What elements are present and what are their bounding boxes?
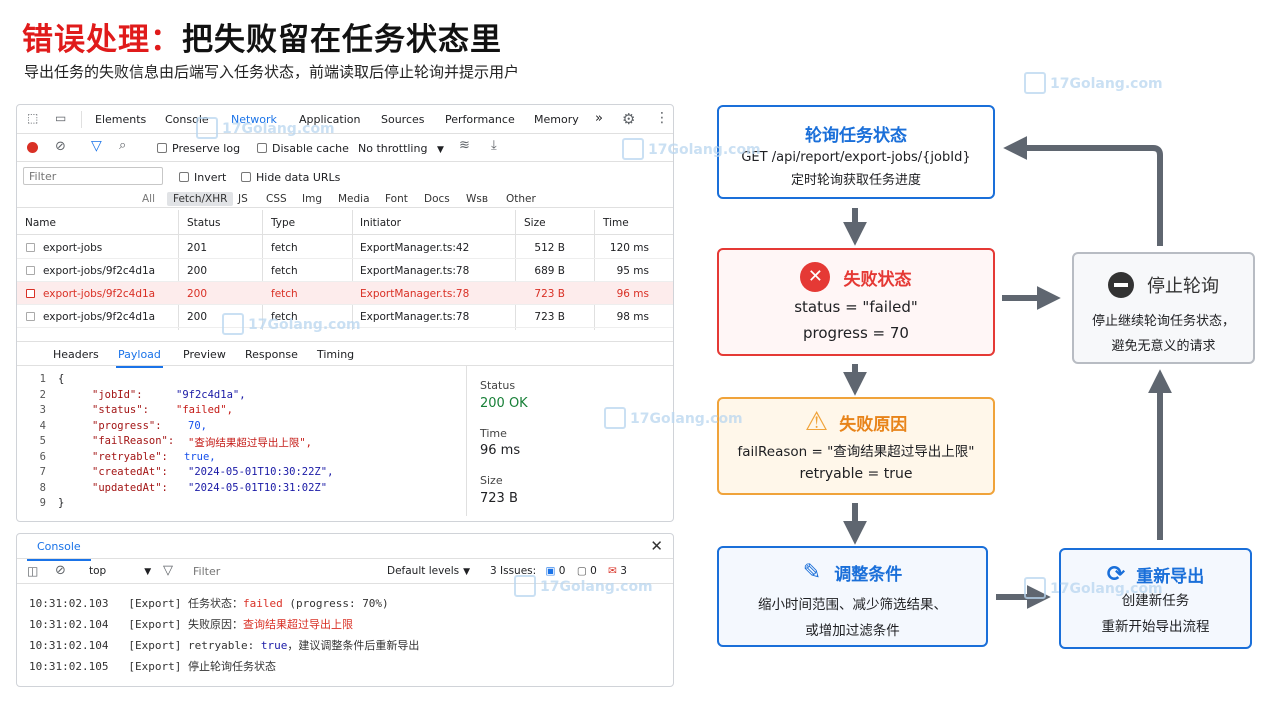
watermark-logo-icon [1024, 72, 1046, 94]
watermark-logo-icon [622, 138, 644, 160]
step-line: 缩小时间范围、减少筛选结果、 [758, 597, 947, 613]
watermark: 17Golang.com [196, 117, 335, 139]
watermark-text: 17Golang.com [630, 411, 743, 427]
watermark-text: 17Golang.com [648, 142, 761, 158]
watermark-logo-icon [196, 117, 218, 139]
warning-triangle-icon: ⚠ [804, 407, 829, 437]
watermark: 17Golang.com [1024, 577, 1163, 599]
step-title: 失败原因 [839, 414, 908, 435]
flow-step-failed: ✕ 失败状态 status = "failed" progress = 70 [717, 248, 995, 356]
watermark-text: 17Golang.com [248, 317, 361, 333]
watermark: 17Golang.com [514, 575, 653, 597]
step-line: 或增加过滤条件 [805, 623, 900, 639]
flow-step-stop: 停止轮询 停止继续轮询任务状态， 避免无意义的请求 [1072, 252, 1255, 364]
flow-step-adjust: ✎ 调整条件 缩小时间范围、减少筛选结果、 或增加过滤条件 [717, 546, 988, 647]
step-line: progress = 70 [803, 324, 909, 342]
flow-step-reason: ⚠ 失败原因 failReason = "查询结果超过导出上限" retryab… [717, 397, 995, 495]
step-line: 停止继续轮询任务状态， [1091, 314, 1235, 329]
watermark-text: 17Golang.com [1050, 581, 1163, 597]
watermark: 17Golang.com [1024, 72, 1163, 94]
step-title: 失败状态 [843, 269, 912, 290]
step-title: 调整条件 [834, 565, 903, 585]
watermark-text: 17Golang.com [222, 121, 335, 137]
step-line: retryable = true [799, 466, 913, 482]
step-title: 停止轮询 [1147, 276, 1220, 297]
pencil-icon: ✎ [802, 560, 822, 585]
step-line: status = "failed" [794, 298, 918, 316]
watermark-text: 17Golang.com [540, 579, 653, 595]
watermark-logo-icon [514, 575, 536, 597]
watermark-logo-icon [604, 407, 626, 429]
watermark-logo-icon [222, 313, 244, 335]
step-line: failReason = "查询结果超过导出上限" [737, 444, 975, 460]
watermark: 17Golang.com [222, 313, 361, 335]
step-line: 定时轮询获取任务进度 [790, 173, 921, 188]
watermark-logo-icon [1024, 577, 1046, 599]
step-line: 重新开始导出流程 [1101, 619, 1210, 635]
stop-icon [1107, 272, 1134, 298]
watermark: 17Golang.com [622, 138, 761, 160]
watermark-text: 17Golang.com [1050, 76, 1163, 92]
step-line: 避免无意义的请求 [1111, 339, 1216, 354]
error-x-icon: ✕ [800, 262, 831, 292]
watermark: 17Golang.com [604, 407, 743, 429]
arrow-stop-to-poll [1003, 136, 1163, 246]
